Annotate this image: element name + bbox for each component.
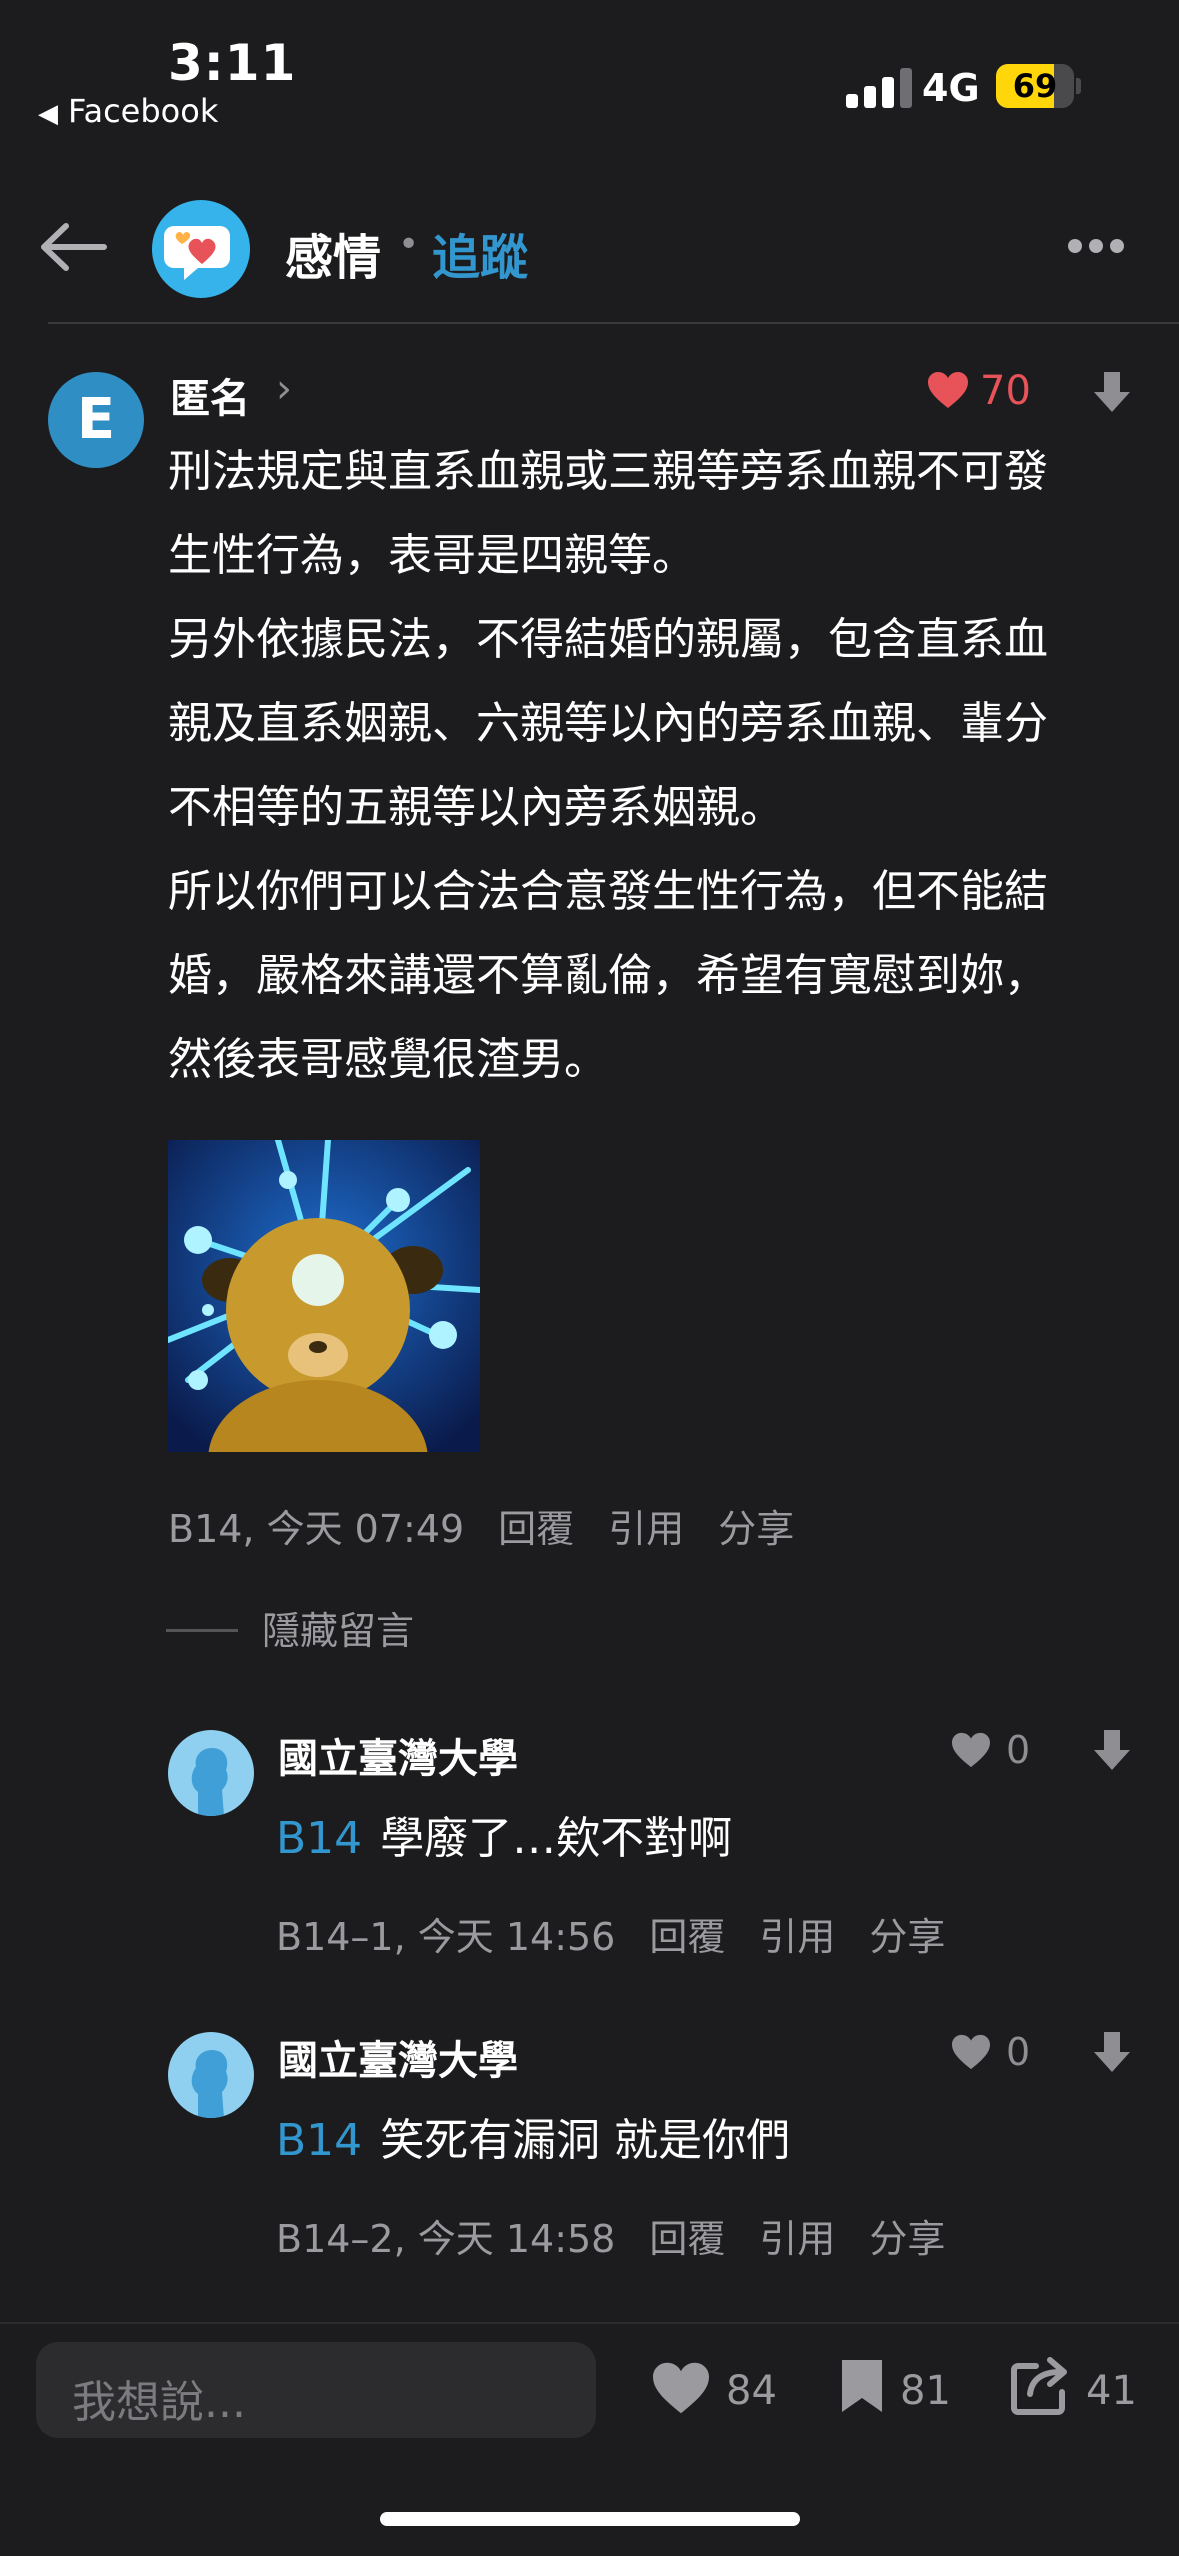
hide-replies-label: 隱藏留言 [262, 1609, 415, 1653]
share-button[interactable]: 分享 [869, 1915, 945, 1959]
quote-button[interactable]: 引用 [608, 1507, 684, 1551]
reply-content: 笑死有漏洞 就是你們 [380, 2115, 791, 2166]
quote-button[interactable]: 引用 [759, 1915, 835, 1959]
heart-icon [653, 2362, 709, 2414]
chevron-right-icon[interactable]: › [276, 366, 292, 412]
downvote-icon[interactable] [1092, 2030, 1132, 2078]
comment-line: 親及直系姻親、六親等以內的旁系血親、輩分 [168, 698, 1048, 749]
bookmark-count: 81 [900, 2368, 951, 2414]
reply-author[interactable]: 國立臺灣大學 [278, 1726, 518, 1784]
comment-line: 婚，嚴格來講還不算亂倫，希望有寬慰到妳， [168, 950, 1048, 1001]
reply-avatar[interactable] [168, 2032, 254, 2118]
reply-text: B14 笑死有漏洞 就是你們 [276, 2104, 790, 2168]
share-button[interactable]: 分享 [869, 2217, 945, 2261]
reply-button[interactable]: 回覆 [498, 1507, 574, 1551]
heart-icon [952, 1732, 990, 1768]
floor-reference-link[interactable]: B14 [276, 2115, 362, 2166]
heart-icon [928, 372, 968, 408]
back-triangle-icon: ◀ [38, 99, 58, 129]
back-arrow-icon[interactable] [40, 222, 110, 272]
reply-meta: B14–2, 今天 14:58 回覆 引用 分享 [276, 2208, 945, 2263]
author-avatar[interactable]: E [48, 372, 144, 468]
reply-text: B14 學廢了…欸不對啊 [276, 1802, 732, 1866]
like-button[interactable]: 70 [926, 368, 1031, 414]
comment-line: 然後表哥感覺很渣男。 [168, 1034, 608, 1085]
comment-input[interactable]: 我想說... [36, 2342, 596, 2438]
back-to-app-link[interactable]: ◀ Facebook [38, 92, 218, 130]
nav-divider [48, 322, 1179, 324]
comment-line: 生性行為，表哥是四親等。 [168, 530, 696, 581]
comment-line: 所以你們可以合法合意發生性行為，但不能結 [168, 866, 1048, 917]
status-time: 3:11 [168, 34, 297, 92]
bookmark-icon [842, 2360, 882, 2412]
comment-author[interactable]: 匿名 [170, 366, 250, 424]
comment-meta: B14, 今天 07:49 回覆 引用 分享 [168, 1498, 794, 1553]
downvote-icon[interactable] [1092, 370, 1132, 418]
comment-input-placeholder: 我想說... [72, 2377, 246, 2428]
board-icon[interactable] [152, 200, 250, 298]
reply-avatar[interactable] [168, 1730, 254, 1816]
comment-line: 刑法規定與直系血親或三親等旁系血親不可發 [168, 446, 1048, 497]
network-type: 4G [922, 66, 980, 110]
comment-body: 刑法規定與直系血親或三親等旁系血親不可發 生性行為，表哥是四親等。 另外依據民法… [168, 430, 1148, 1102]
downvote-icon[interactable] [1092, 1728, 1132, 1776]
reply-like-button[interactable]: 0 [950, 1728, 1030, 1772]
post-like-count: 84 [726, 2368, 777, 2414]
battery-tip [1076, 78, 1081, 94]
reply-button[interactable]: 回覆 [649, 1915, 725, 1959]
home-indicator[interactable] [380, 2512, 800, 2526]
comment-line: 不相等的五親等以內旁系姻親。 [168, 782, 784, 833]
bottom-divider [0, 2322, 1179, 2324]
nav-separator: • [398, 224, 420, 265]
comment-floor-time: B14, 今天 07:49 [168, 1507, 465, 1551]
more-icon[interactable] [1068, 238, 1131, 257]
quote-button[interactable]: 引用 [759, 2217, 835, 2261]
reply-like-count: 0 [1006, 2030, 1031, 2074]
share-button[interactable]: 分享 [718, 1507, 794, 1551]
signal-icon [846, 66, 916, 108]
divider-dash [166, 1629, 238, 1632]
floor-reference-link[interactable]: B14 [276, 1813, 362, 1864]
sticker-image[interactable] [168, 1140, 480, 1452]
battery-level: 69 [1012, 67, 1058, 105]
back-app-label: Facebook [68, 92, 219, 130]
heart-icon [952, 2034, 990, 2070]
reply-like-count: 0 [1006, 1728, 1031, 1772]
share-count: 41 [1086, 2368, 1137, 2414]
hide-replies-toggle[interactable]: 隱藏留言 [166, 1600, 414, 1655]
share-post-button[interactable]: 41 [1010, 2356, 1137, 2416]
post-like-button[interactable]: 84 [650, 2360, 777, 2416]
battery-icon: 69 [996, 64, 1074, 108]
follow-button[interactable]: 追蹤 [432, 218, 528, 288]
reply-author[interactable]: 國立臺灣大學 [278, 2028, 518, 2086]
reply-like-button[interactable]: 0 [950, 2030, 1030, 2074]
reply-meta: B14–1, 今天 14:56 回覆 引用 分享 [276, 1906, 945, 1961]
bookmark-button[interactable]: 81 [838, 2356, 951, 2416]
board-name[interactable]: 感情 [285, 218, 381, 288]
reply-button[interactable]: 回覆 [649, 2217, 725, 2261]
reply-content: 學廢了…欸不對啊 [380, 1813, 733, 1864]
reply-floor-time: B14–1, 今天 14:56 [276, 1915, 616, 1959]
share-icon [1011, 2357, 1067, 2415]
comment-line: 另外依據民法，不得結婚的親屬，包含直系血 [168, 614, 1048, 665]
like-count: 70 [980, 368, 1031, 414]
reply-floor-time: B14–2, 今天 14:58 [276, 2217, 616, 2261]
